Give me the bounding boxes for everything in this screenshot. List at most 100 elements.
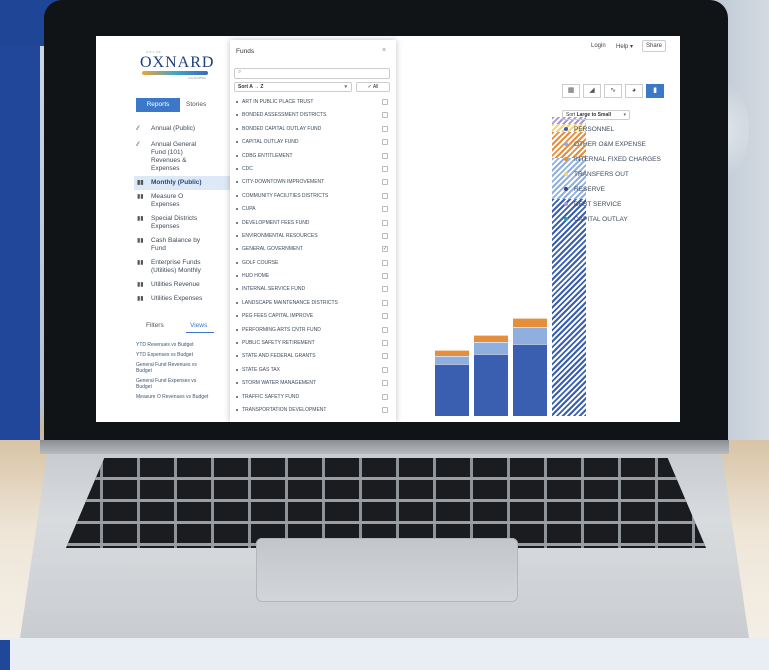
fund-checkbox[interactable]	[382, 340, 388, 347]
list-item[interactable]: Community Facilities Districts	[234, 190, 390, 203]
fund-checkbox[interactable]	[382, 393, 388, 400]
bar-segment[interactable]	[435, 356, 469, 365]
tab-stories[interactable]: Stories	[186, 98, 206, 112]
fund-checkbox[interactable]	[382, 179, 388, 186]
table-icon[interactable]: ▦	[562, 84, 580, 98]
legend-item[interactable]: RESERVE	[562, 186, 680, 201]
bar-chart-icon[interactable]: ▮	[646, 84, 664, 98]
fund-checkbox[interactable]	[382, 406, 388, 413]
list-item[interactable]: Development Fees Fund	[234, 217, 390, 230]
list-item[interactable]: Traffic Safety Fund	[234, 391, 390, 404]
saved-view-link[interactable]: General Fund Expenses vs Budget	[136, 376, 236, 392]
fund-checkbox[interactable]	[382, 259, 388, 266]
bar-segment[interactable]	[513, 343, 547, 416]
fund-checkbox[interactable]	[382, 112, 388, 119]
area-chart-icon[interactable]: ◢	[583, 84, 601, 98]
login-link[interactable]: Login	[591, 43, 606, 49]
bar-segment[interactable]	[435, 349, 469, 357]
list-item[interactable]: Landscape Maintenance Districts	[234, 297, 390, 310]
sidebar-item[interactable]: ⁄⁄ Annual (Public)	[134, 122, 244, 136]
sidebar-item[interactable]: ▮▮ Utilities Expenses	[134, 292, 244, 306]
close-icon[interactable]: ×	[382, 47, 386, 54]
sidebar-item[interactable]: ⁄⁄ Annual General Fund (101) Revenues & E…	[134, 138, 244, 176]
saved-view-link[interactable]: Measure O Revenues vs Budget	[136, 392, 236, 402]
legend-item[interactable]: OTHER O&M EXPENSE	[562, 141, 680, 156]
pie-chart-icon[interactable]: ◕	[625, 84, 643, 98]
sidebar-item[interactable]: ▮▮ Monthly (Public)	[134, 176, 244, 190]
bar-segment[interactable]	[513, 327, 547, 344]
saved-views-list: YTD Revenues vs Budget YTD Expenses vs Bu…	[136, 340, 236, 402]
tab-views[interactable]: Views	[190, 322, 207, 329]
list-item[interactable]: Internal Service Fund	[234, 283, 390, 296]
list-item[interactable]: Transportation Development	[234, 404, 390, 417]
list-item[interactable]: Bonded Assessment Districts	[234, 109, 390, 122]
funds-sort-select[interactable]: Sort A → Z ▾	[234, 82, 352, 92]
oxnard-logo[interactable]: CITY OF OXNARD CALIFORNIA	[140, 50, 213, 80]
sidebar-item[interactable]: ▮▮ Enterprise Funds (Utilities) Monthly	[134, 256, 244, 278]
fund-checkbox[interactable]	[382, 99, 388, 105]
saved-view-link[interactable]: YTD Expenses vs Budget	[136, 350, 236, 360]
bar-segment[interactable]	[435, 364, 469, 416]
sidebar-item[interactable]: ▮▮ Utilities Revenue	[134, 278, 244, 292]
line-chart-icon[interactable]: ∿	[604, 84, 622, 98]
list-item[interactable]: Performing Arts CNTR Fund	[234, 324, 390, 337]
legend-item[interactable]: PERSONNEL	[562, 126, 680, 141]
help-menu[interactable]: Help ▾	[616, 43, 633, 50]
list-item[interactable]: Environmental Resources	[234, 230, 390, 243]
list-item[interactable]: Public Safety Retirement	[234, 337, 390, 350]
list-item[interactable]: CUPA	[234, 203, 390, 216]
fund-checkbox[interactable]	[382, 152, 388, 159]
legend-item[interactable]: INTERNAL FIXED CHARGES	[562, 156, 680, 171]
bar-segment[interactable]	[474, 354, 508, 416]
funds-search-input[interactable]: ⌕	[234, 68, 390, 79]
chevron-down-icon: ▾	[623, 112, 626, 118]
legend-swatch	[564, 217, 568, 221]
bar-segment[interactable]	[474, 341, 508, 354]
list-item[interactable]: Bonded Capital Outlay Fund	[234, 123, 390, 136]
select-all-button[interactable]: ✓ All	[356, 82, 390, 92]
sort-order-select[interactable]: Sort Large to Small ▾	[562, 110, 630, 120]
saved-view-link[interactable]: General Fund Revenues vs Budget	[136, 360, 236, 376]
fund-checkbox[interactable]	[382, 299, 388, 306]
fund-checkbox[interactable]	[382, 366, 388, 373]
list-item[interactable]: CDBG Entitlement	[234, 150, 390, 163]
fund-checkbox[interactable]	[382, 273, 388, 280]
tab-filters[interactable]: Filters	[146, 322, 164, 329]
list-item[interactable]: CDC	[234, 163, 390, 176]
list-item[interactable]: General Government ✓	[234, 243, 390, 256]
bar-segment[interactable]	[474, 335, 508, 342]
list-item[interactable]: Art in Public Place Trust	[234, 96, 390, 109]
list-item[interactable]: Golf Course	[234, 257, 390, 270]
legend-item[interactable]: TRANSFERS OUT	[562, 171, 680, 186]
sidebar-item[interactable]: ▮▮ Special Districts Expenses	[134, 212, 244, 234]
list-item[interactable]: State and Federal Grants	[234, 350, 390, 363]
list-item[interactable]: PEG Fees Capital Improve	[234, 310, 390, 323]
bar-segment[interactable]	[552, 199, 586, 416]
fund-checkbox[interactable]	[382, 125, 388, 132]
fund-checkbox[interactable]	[382, 206, 388, 213]
bar-segment[interactable]	[513, 317, 547, 328]
fund-checkbox[interactable]	[382, 219, 388, 226]
sidebar-item[interactable]: ▮▮ Measure O Expenses	[134, 190, 244, 212]
fund-checkbox[interactable]	[382, 353, 388, 360]
fund-checkbox[interactable]: ✓	[382, 246, 388, 253]
share-button[interactable]: Share	[642, 40, 667, 52]
fund-checkbox[interactable]	[382, 286, 388, 293]
legend-item[interactable]: CAPITAL OUTLAY	[562, 216, 680, 231]
fund-checkbox[interactable]	[382, 380, 388, 387]
fund-checkbox[interactable]	[382, 326, 388, 333]
fund-checkbox[interactable]	[382, 192, 388, 199]
saved-view-link[interactable]: YTD Revenues vs Budget	[136, 340, 236, 350]
list-item[interactable]: Capital Outlay Fund	[234, 136, 390, 149]
list-item[interactable]: Storm Water Management	[234, 377, 390, 390]
sidebar-item[interactable]: ▮▮ Cash Balance by Fund	[134, 234, 244, 256]
legend-item[interactable]: DEBT SERVICE	[562, 201, 680, 216]
list-item[interactable]: City-Downtown Improvement	[234, 176, 390, 189]
fund-checkbox[interactable]	[382, 165, 388, 172]
list-item[interactable]: State Gas Tax	[234, 364, 390, 377]
list-item[interactable]: HUD Home	[234, 270, 390, 283]
fund-checkbox[interactable]	[382, 313, 388, 320]
fund-checkbox[interactable]	[382, 232, 388, 239]
fund-checkbox[interactable]	[382, 139, 388, 146]
tab-reports[interactable]: Reports	[136, 98, 180, 112]
